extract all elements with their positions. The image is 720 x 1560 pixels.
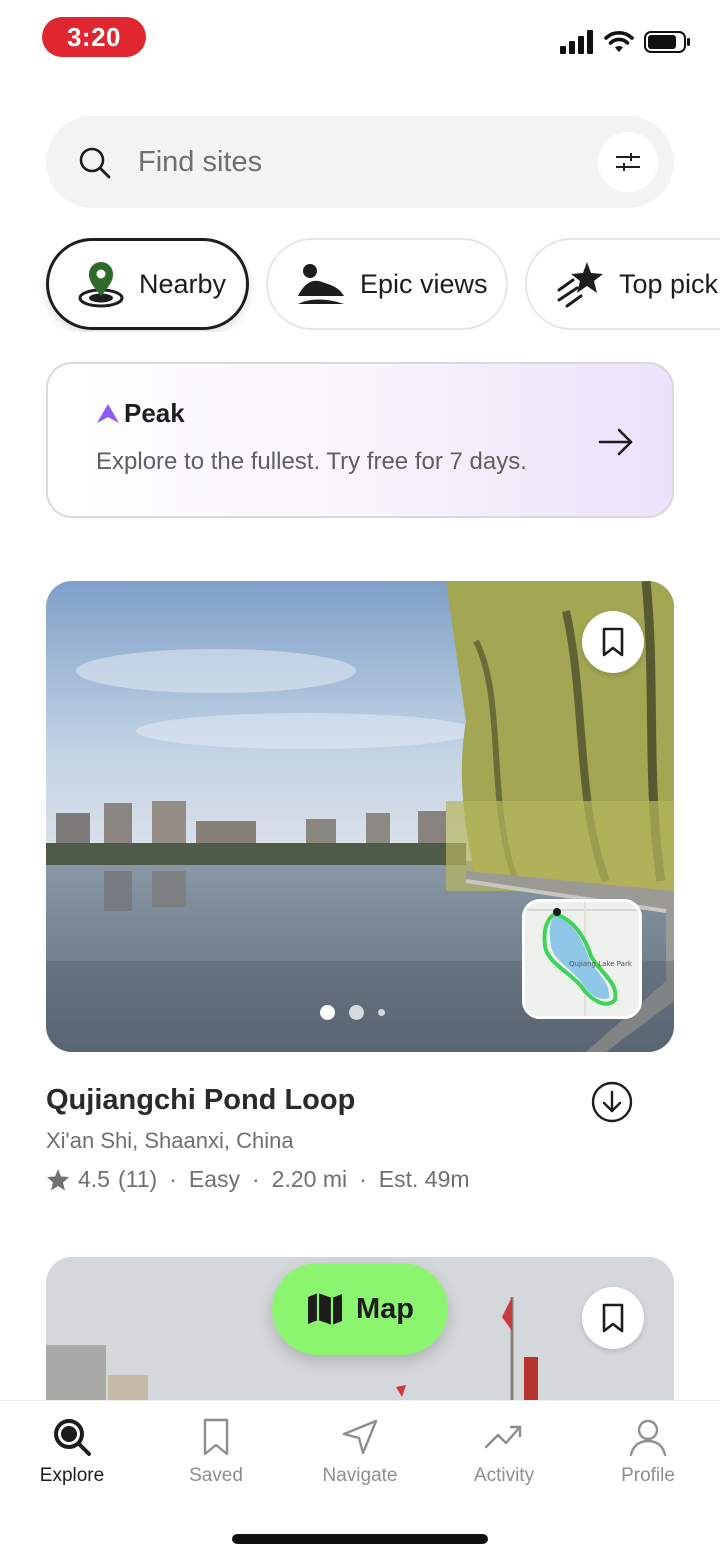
bookmark-button[interactable] (582, 611, 644, 673)
chip-label: Nearby (139, 268, 227, 299)
tab-explore[interactable]: Explore (0, 1417, 144, 1487)
meta-separator: · (252, 1166, 260, 1192)
bookmark-button[interactable] (582, 1287, 644, 1349)
sliders-icon (616, 153, 640, 171)
explore-search-icon (54, 1419, 91, 1456)
meta-separator: · (169, 1166, 177, 1192)
tab-label: Navigate (322, 1465, 398, 1486)
trail-distance: 2.20 mi (271, 1166, 348, 1192)
peak-brand: Peak (96, 398, 185, 429)
promo-title: Peak (124, 398, 185, 428)
chip-label: Epic views (360, 268, 488, 299)
mountain-icon (298, 264, 344, 304)
profile-icon (629, 1419, 667, 1457)
tab-label: Profile (621, 1465, 675, 1486)
bookmark-icon (602, 1303, 624, 1333)
tab-label: Saved (189, 1465, 243, 1486)
map-button[interactable]: Map (272, 1263, 448, 1355)
wifi-icon (604, 31, 634, 52)
promo-text: Explore to the fullest. Try free for 7 d… (96, 448, 527, 475)
chip-nearby[interactable]: Nearby (46, 238, 249, 330)
tab-activity[interactable]: Activity (432, 1417, 576, 1487)
pager-dot (378, 1009, 385, 1016)
bookmark-icon (602, 627, 624, 657)
trail-review-count: (11) (117, 1166, 158, 1192)
trail-rating: 4.5 (78, 1166, 110, 1192)
bookmark-icon (203, 1418, 229, 1456)
pager-dot (349, 1005, 364, 1020)
tab-label: Explore (39, 1465, 105, 1486)
trail-map-thumbnail[interactable]: Qujiang Lake Park (522, 899, 642, 1019)
meta-separator: · (359, 1166, 367, 1192)
tab-navigate[interactable]: Navigate (288, 1417, 432, 1487)
peak-promo-banner[interactable]: Peak Explore to the fullest. Try free fo… (46, 362, 674, 518)
activity-trend-icon (484, 1425, 522, 1449)
trail-name[interactable]: Qujiangchi Pond Loop (46, 1084, 355, 1117)
trail-duration: Est. 49m (378, 1166, 470, 1192)
trail-location: Xi'an Shi, Shaanxi, China (46, 1128, 294, 1153)
map-button-label: Map (356, 1292, 414, 1325)
filter-button[interactable] (598, 132, 658, 192)
tab-profile[interactable]: Profile (576, 1417, 720, 1487)
shooting-star-icon (557, 262, 603, 308)
home-indicator (232, 1534, 488, 1544)
cellular-signal-icon (560, 30, 593, 54)
search-input[interactable]: Find sites (138, 146, 262, 179)
peak-logo-icon (97, 403, 119, 423)
image-pager-dots (320, 1005, 385, 1020)
chip-epic-views[interactable]: Epic views (266, 238, 508, 330)
download-icon[interactable] (590, 1080, 634, 1124)
map-icon (308, 1293, 342, 1325)
chip-top-pick[interactable]: Top pick (525, 238, 720, 330)
navigate-arrow-icon (342, 1419, 378, 1455)
star-icon (47, 1169, 69, 1191)
status-bar: 3:20 (0, 0, 720, 80)
chip-label: Top pick (619, 268, 719, 299)
trail-meta: 4.5 (11) · Easy · 2.20 mi · Est. 49m (46, 1166, 470, 1193)
trail-route-map: Qujiang Lake Park (525, 902, 639, 1016)
category-chips: Nearby Epic views Top pick (0, 238, 720, 332)
tab-saved[interactable]: Saved (144, 1417, 288, 1487)
search-icon (79, 147, 111, 179)
search-bar[interactable]: Find sites (46, 116, 674, 208)
status-time: 3:20 (42, 17, 146, 57)
trail-difficulty: Easy (188, 1166, 240, 1192)
location-pin-icon (78, 262, 124, 308)
status-icons (560, 30, 692, 54)
battery-icon (644, 31, 690, 53)
map-thumb-label: Qujiang Lake Park (569, 960, 633, 968)
arrow-right-icon[interactable] (596, 422, 636, 462)
tab-label: Activity (473, 1465, 535, 1486)
pager-dot-active (320, 1005, 335, 1020)
trail-photo[interactable]: Qujiang Lake Park (46, 581, 674, 1052)
